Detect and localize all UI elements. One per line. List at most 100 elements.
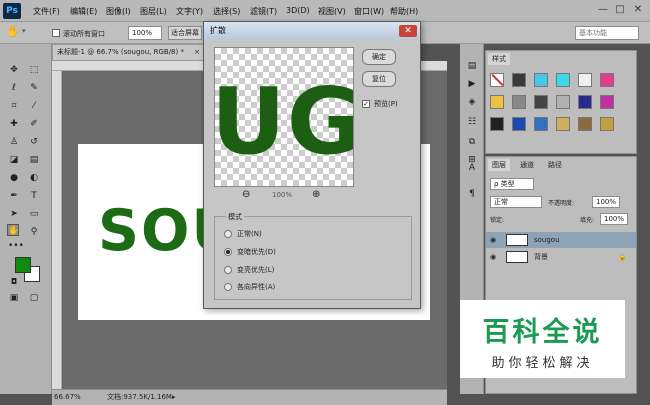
style-swatch[interactable]	[600, 73, 614, 87]
color-panel-icon[interactable]: ◈	[466, 96, 478, 108]
style-swatch[interactable]	[512, 117, 526, 131]
gradient-tool-icon[interactable]: ▤	[28, 154, 40, 166]
path-select-tool-icon[interactable]: ➤	[8, 208, 20, 220]
shape-tool-icon[interactable]: ▭	[28, 208, 40, 220]
zoom-status[interactable]: 66.67%	[54, 390, 81, 405]
stamp-tool-icon[interactable]: ♙	[8, 136, 20, 148]
menu-view[interactable]: 视图(V)	[318, 6, 346, 17]
menu-type[interactable]: 文字(Y)	[176, 6, 203, 17]
eye-icon[interactable]: ◉	[490, 249, 496, 265]
history-brush-tool-icon[interactable]: ↺	[28, 136, 40, 148]
dodge-tool-icon[interactable]: ◐	[28, 172, 40, 184]
style-swatch[interactable]	[534, 117, 548, 131]
style-swatch[interactable]	[512, 95, 526, 109]
actions-panel-icon[interactable]: ▶	[466, 78, 478, 90]
preview-checkbox[interactable]: ✓	[362, 100, 370, 108]
style-swatch[interactable]	[600, 117, 614, 131]
zoom-in-icon[interactable]: ⊕	[312, 189, 320, 200]
mode-normal-radio[interactable]	[224, 230, 232, 238]
mode-darken-radio[interactable]	[224, 248, 232, 256]
style-swatch[interactable]	[556, 95, 570, 109]
menu-select[interactable]: 选择(S)	[213, 6, 240, 17]
menu-edit[interactable]: 编辑(E)	[70, 6, 97, 17]
scroll-all-checkbox[interactable]	[52, 29, 60, 37]
paragraph-panel-icon[interactable]: ¶	[466, 188, 478, 200]
style-swatch[interactable]	[534, 95, 548, 109]
filter-preview[interactable]: UG	[214, 47, 354, 187]
mode-lighten-radio[interactable]	[224, 266, 232, 274]
eye-icon[interactable]: ◉	[490, 232, 496, 248]
status-menu-icon[interactable]: ▸	[172, 390, 176, 405]
crop-tool-icon[interactable]: ⌗	[8, 100, 20, 112]
mode-anisotropic-radio[interactable]	[224, 283, 232, 291]
healing-tool-icon[interactable]: ✚	[8, 118, 20, 130]
menu-layer[interactable]: 图层(L)	[140, 6, 167, 17]
frame-icon[interactable]: ▢	[28, 292, 40, 304]
eraser-tool-icon[interactable]: ◪	[8, 154, 20, 166]
doc-size-status: 文档:937.5K/1.16M	[107, 393, 172, 401]
blend-mode-select[interactable]: 正常	[490, 196, 542, 208]
fill-field[interactable]: 100%	[600, 213, 628, 225]
reset-button[interactable]: 复位	[362, 71, 396, 87]
style-swatch[interactable]	[600, 95, 614, 109]
type-tool-icon[interactable]: T	[28, 190, 40, 202]
menu-3d[interactable]: 3D(D)	[286, 6, 310, 15]
layer-row-sougou[interactable]: ◉ sougou	[486, 232, 636, 248]
layer-thumbnail	[506, 234, 528, 246]
chevron-down-icon[interactable]: ▾	[22, 27, 26, 35]
style-swatch[interactable]	[490, 95, 504, 109]
eyedropper-tool-icon[interactable]: ⁄	[28, 100, 40, 112]
dialog-close-icon[interactable]: ✕	[399, 25, 417, 37]
style-swatch-none[interactable]	[490, 73, 504, 87]
quick-select-tool-icon[interactable]: ✎	[28, 82, 40, 94]
adjust-panel-icon[interactable]: ☷	[466, 116, 478, 128]
document-tab[interactable]: 未标题-1 @ 66.7% (sougou, RGB/8) * ×	[52, 44, 207, 61]
pen-tool-icon[interactable]: ✒	[8, 190, 20, 202]
style-swatch[interactable]	[556, 117, 570, 131]
mode-lighten-label: 变亮优先(L)	[237, 266, 275, 274]
fit-screen-button[interactable]: 适合屏幕	[168, 26, 202, 40]
maximize-icon[interactable]: □	[614, 4, 626, 16]
zoom-out-icon[interactable]: ⊖	[242, 189, 250, 200]
opacity-field[interactable]: 100%	[592, 196, 620, 208]
brush-tool-icon[interactable]: ✐	[28, 118, 40, 130]
history-panel-icon[interactable]: ▤	[466, 60, 478, 72]
zoom-tool-icon[interactable]: ⚲	[28, 226, 40, 238]
character-panel-icon[interactable]: A	[466, 162, 478, 174]
minimize-icon[interactable]: —	[597, 4, 609, 16]
close-tab-icon[interactable]: ×	[194, 45, 200, 60]
tab-channels[interactable]: 通道	[516, 159, 538, 171]
menu-image[interactable]: 图像(I)	[106, 6, 131, 17]
blur-tool-icon[interactable]: ●	[8, 172, 20, 184]
tab-styles[interactable]: 样式	[488, 53, 510, 65]
style-swatch[interactable]	[534, 73, 548, 87]
menu-filter[interactable]: 滤镜(T)	[250, 6, 277, 17]
style-swatch[interactable]	[578, 95, 592, 109]
zoom-field[interactable]: 100%	[128, 26, 162, 40]
more-tools-icon[interactable]: •••	[8, 240, 24, 252]
mode-group: 正常(N) 变暗优先(D) 变亮优先(L) 各向异性(A)	[214, 216, 412, 300]
layer-row-background[interactable]: ◉ 背景 🔒	[486, 249, 636, 265]
style-swatch[interactable]	[578, 73, 592, 87]
quick-mask-icon[interactable]: ◘	[8, 276, 20, 288]
menu-help[interactable]: 帮助(H)	[390, 6, 418, 17]
menu-file[interactable]: 文件(F)	[33, 6, 60, 17]
close-icon[interactable]: ✕	[632, 4, 644, 16]
screen-mode-icon[interactable]: ▣	[8, 292, 20, 304]
tab-layers[interactable]: 图层	[488, 159, 510, 171]
foreground-color-swatch[interactable]	[15, 257, 31, 273]
layer-kind-filter[interactable]: ρ 类型	[490, 178, 534, 190]
properties-panel-icon[interactable]: ⧉	[466, 136, 478, 148]
hand-tool-icon[interactable]: ✋	[7, 224, 19, 236]
move-tool-icon[interactable]: ✥	[8, 64, 20, 76]
style-swatch[interactable]	[490, 117, 504, 131]
style-swatch[interactable]	[578, 117, 592, 131]
tab-paths[interactable]: 路径	[544, 159, 566, 171]
style-swatch[interactable]	[556, 73, 570, 87]
ok-button[interactable]: 确定	[362, 49, 396, 65]
style-swatch[interactable]	[512, 73, 526, 87]
lasso-tool-icon[interactable]: ℓ	[8, 82, 20, 94]
menu-window[interactable]: 窗口(W)	[354, 6, 384, 17]
marquee-tool-icon[interactable]: ⬚	[28, 64, 40, 76]
workspace-select[interactable]: 基本功能	[575, 26, 639, 40]
